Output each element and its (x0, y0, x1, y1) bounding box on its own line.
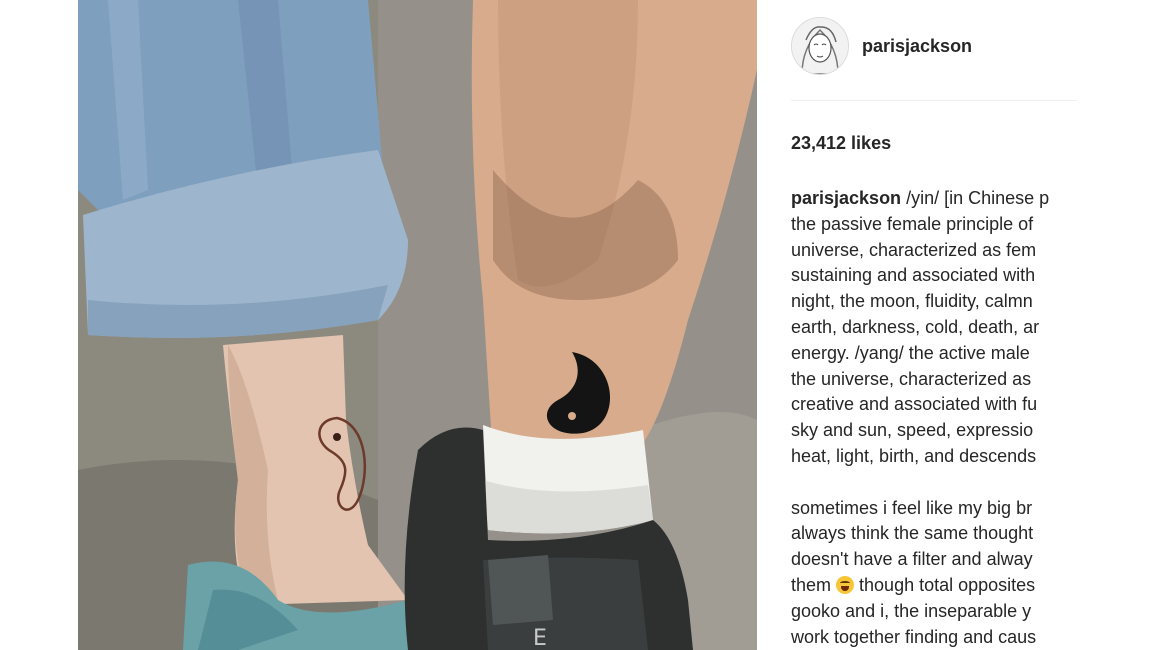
avatar[interactable] (791, 17, 849, 75)
caption-line: the passive female principle of (791, 213, 1034, 234)
caption-line: energy. /yang/ the active male (791, 342, 1030, 363)
caption-text: them (791, 574, 837, 595)
caption-line-first: parisjackson /yin/ [in Chinese p (791, 186, 1077, 212)
caption-line: always think the same thought (791, 523, 1034, 544)
post-photo[interactable]: E (78, 0, 757, 650)
like-count[interactable]: 23,412 likes (791, 133, 891, 154)
caption-line: the universe, characterized as (791, 368, 1032, 389)
username-link[interactable]: parisjackson (862, 36, 972, 57)
caption-line: heat, light, birth, and descends (791, 445, 1037, 466)
caption-line-with-emoji: them though total opposites (791, 573, 1077, 599)
caption-line: gooko and i, the inseparable y (791, 600, 1032, 621)
caption-paragraph-gap (791, 470, 1077, 496)
caption-line: sustaining and associated with (791, 265, 1036, 286)
post-caption: parisjackson /yin/ [in Chinese p the pas… (791, 186, 1077, 650)
svg-text:E: E (533, 626, 547, 650)
caption-line: night, the moon, fluidity, calmn (791, 291, 1033, 312)
caption-author-link[interactable]: parisjackson (791, 188, 901, 208)
caption-line: creative and associated with fu (791, 394, 1038, 415)
header-divider (791, 100, 1077, 101)
caption-text: though total opposites (854, 574, 1036, 595)
caption-line: doesn't have a filter and alway (791, 549, 1033, 570)
face-with-tears-of-joy-icon (836, 575, 855, 594)
post-header: parisjackson (791, 17, 1077, 75)
caption-line: universe, characterized as fem (791, 239, 1037, 260)
post-sidebar: parisjackson 23,412 likes parisjackson /… (791, 0, 1077, 650)
caption-line: sometimes i feel like my big br (791, 497, 1033, 518)
caption-line: work together finding and caus (791, 626, 1037, 647)
caption-line: sky and sun, speed, expressio (791, 420, 1034, 441)
caption-text: /yin/ [in Chinese p (901, 188, 1050, 208)
caption-line: earth, darkness, cold, death, ar (791, 316, 1040, 337)
